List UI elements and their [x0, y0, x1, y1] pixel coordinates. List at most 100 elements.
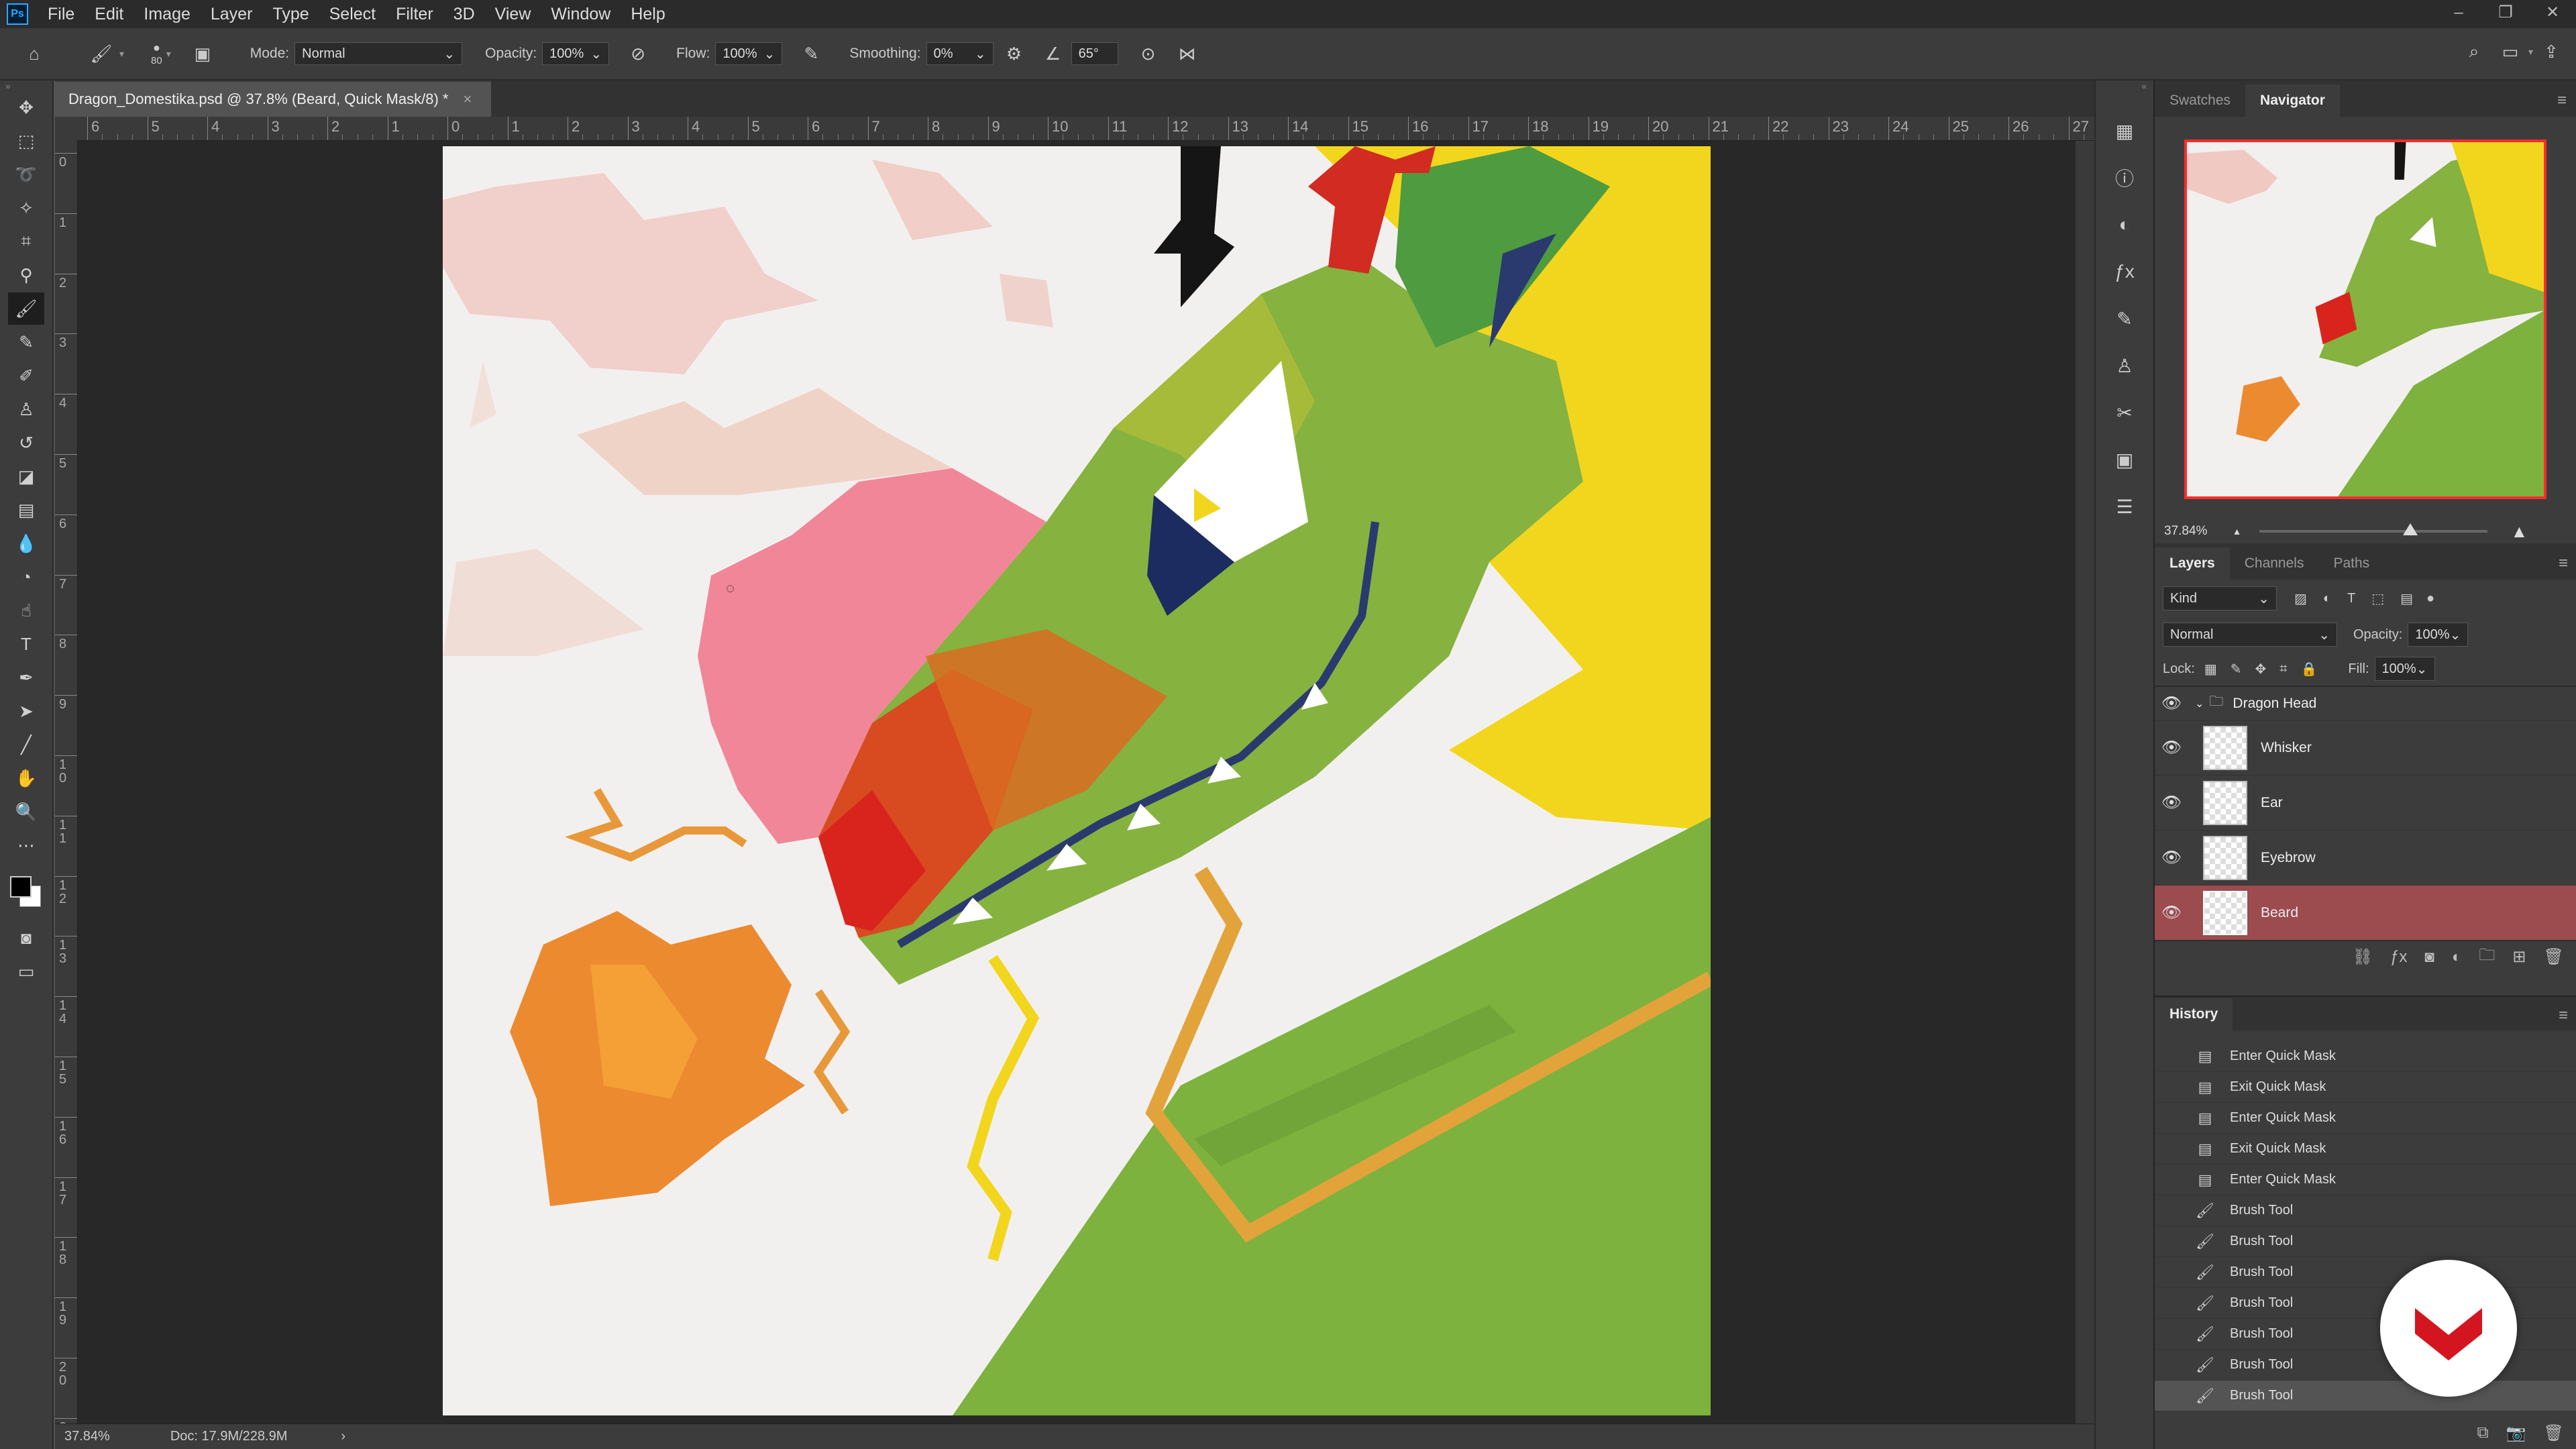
filter-type-icon[interactable]: T — [2347, 591, 2355, 606]
brush-tool-icon[interactable]: 🖌 — [8, 292, 44, 325]
brush-panel-toggle-icon[interactable]: ▣ — [191, 42, 214, 65]
status-menu-arrow-icon[interactable]: › — [341, 1429, 345, 1444]
gradient-tool-icon[interactable]: ▤ — [8, 494, 44, 526]
collapse-toolbar-icon[interactable]: » — [0, 80, 52, 91]
panel-menu-icon[interactable]: ≡ — [2557, 91, 2567, 110]
menu-help[interactable]: Help — [621, 5, 675, 24]
pressure-size-icon[interactable]: ⊙ — [1137, 42, 1160, 65]
tab-channels[interactable]: Channels — [2230, 547, 2319, 580]
filter-shape-icon[interactable]: ⬚ — [2371, 590, 2384, 607]
expand-panels-icon[interactable]: « — [2096, 80, 2153, 93]
more-tools-icon[interactable]: ⋯ — [8, 829, 44, 861]
airbrush-icon[interactable]: ✎ — [800, 42, 822, 65]
quick-mask-icon[interactable]: ◙ — [8, 922, 44, 954]
add-mask-icon[interactable]: ◙ — [2424, 948, 2434, 967]
libraries-icon[interactable]: ▣ — [2106, 441, 2143, 478]
symmetry-butterfly-icon[interactable]: ⋈ — [1176, 42, 1199, 65]
history-item[interactable]: ▤ Enter Quick Mask — [2155, 1041, 2576, 1072]
lock-image-icon[interactable]: ✎ — [2231, 661, 2242, 678]
dodge-tool-icon[interactable]: ◔ — [8, 561, 44, 593]
smoothing-field[interactable]: 0% ⌄ — [926, 42, 994, 65]
new-document-from-state-icon[interactable]: ⧉ — [2477, 1424, 2489, 1442]
type-tool-icon[interactable]: T — [8, 628, 44, 660]
delete-state-trash-icon[interactable]: 🗑 — [2544, 1424, 2564, 1443]
history-item[interactable]: 🖌 Brush Tool — [2155, 1226, 2576, 1257]
mixer-brush-tool-icon[interactable]: ✐ — [8, 360, 44, 392]
history-item[interactable]: 🖌 Brush Tool — [2155, 1195, 2576, 1226]
workspace-icon[interactable]: ▭ — [2499, 40, 2522, 63]
mode-select[interactable]: Normal ⌄ — [294, 42, 463, 65]
panel-menu-icon[interactable]: ≡ — [2559, 554, 2568, 573]
visibility-eye-icon[interactable]: 👁 — [2155, 903, 2188, 922]
layer-beard[interactable]: 👁 Beard — [2155, 885, 2576, 941]
menu-select[interactable]: Select — [319, 5, 386, 24]
hand-tool-icon[interactable]: ✋ — [8, 762, 44, 794]
line-tool-icon[interactable]: ╱ — [8, 729, 44, 761]
magic-wand-tool-icon[interactable]: ✧ — [8, 192, 44, 224]
tab-swatches[interactable]: Swatches — [2155, 85, 2245, 117]
menu-type[interactable]: Type — [262, 5, 319, 24]
zoom-tool-icon[interactable]: 🔍 — [8, 796, 44, 828]
window-close-button[interactable]: ✕ — [2529, 0, 2576, 28]
adjustment-layer-icon[interactable]: ◐ — [2452, 948, 2462, 967]
link-layers-icon[interactable]: ⛓ — [2353, 947, 2373, 967]
menu-filter[interactable]: Filter — [386, 5, 443, 24]
share-icon[interactable]: ⇪ — [2540, 40, 2563, 63]
tab-paths[interactable]: Paths — [2318, 547, 2384, 580]
pressure-opacity-icon[interactable]: ⊘ — [627, 42, 649, 65]
navigator-zoom-slider[interactable] — [2259, 523, 2488, 535]
properties-icon[interactable]: ☰ — [2106, 488, 2143, 525]
filter-toggle-icon[interactable]: ● — [2426, 591, 2434, 606]
zoom-out-icon[interactable]: ▴ — [2234, 525, 2239, 538]
filter-adjustment-icon[interactable]: ◐ — [2323, 591, 2331, 606]
foreground-color-swatch[interactable] — [10, 876, 32, 898]
history-item[interactable]: ▤ Exit Quick Mask — [2155, 1072, 2576, 1103]
menu-view[interactable]: View — [485, 5, 541, 24]
lasso-tool-icon[interactable]: ➰ — [8, 158, 44, 191]
document-tab[interactable]: Dragon_Domestika.psd @ 37.8% (Beard, Qui… — [55, 80, 491, 117]
pen-tool-icon[interactable]: ✒ — [8, 661, 44, 694]
lock-artboard-icon[interactable]: ⌗ — [2279, 661, 2287, 677]
menu-image[interactable]: Image — [133, 5, 200, 24]
canvas-area[interactable]: ◌ — [78, 141, 2076, 1424]
smoothing-settings-gear-icon[interactable]: ⚙ — [1003, 42, 1026, 65]
menu-3d[interactable]: 3D — [443, 5, 485, 24]
menu-window[interactable]: Window — [541, 5, 621, 24]
artwork-canvas[interactable]: ◌ — [443, 146, 1711, 1415]
home-icon[interactable]: ⌂ — [23, 42, 46, 65]
visibility-eye-icon[interactable]: 👁 — [2155, 694, 2188, 713]
eraser-tool-icon[interactable]: ◪ — [8, 460, 44, 492]
move-tool-icon[interactable]: ✥ — [8, 91, 44, 123]
lock-all-icon[interactable]: 🔒 — [2301, 661, 2318, 678]
panel-menu-icon[interactable]: ≡ — [2559, 1006, 2568, 1025]
close-document-icon[interactable]: × — [463, 91, 472, 108]
clone-source-icon[interactable]: ♙ — [2106, 347, 2143, 384]
visibility-eye-icon[interactable]: 👁 — [2155, 848, 2188, 867]
group-expand-chevron-icon[interactable]: ⌄ — [2195, 697, 2204, 710]
filter-smart-object-icon[interactable]: ▤ — [2400, 590, 2413, 607]
vertical-scrollbar[interactable] — [2076, 141, 2094, 1424]
brush-settings-icon[interactable]: ✎ — [2106, 301, 2143, 337]
delete-layer-trash-icon[interactable]: 🗑 — [2544, 947, 2564, 967]
history-item[interactable]: ▤ Enter Quick Mask — [2155, 1165, 2576, 1195]
layer-ear[interactable]: 👁 Ear — [2155, 775, 2576, 830]
layer-eyebrow[interactable]: 👁 Eyebrow — [2155, 830, 2576, 885]
status-zoom[interactable]: 37.84% — [64, 1429, 110, 1444]
search-icon[interactable]: ⌕ — [2463, 40, 2485, 63]
history-item[interactable]: ▤ Enter Quick Mask — [2155, 1103, 2576, 1134]
new-layer-icon[interactable]: ⊞ — [2512, 947, 2526, 967]
menu-file[interactable]: File — [38, 5, 85, 24]
lock-transparent-icon[interactable]: ▦ — [2204, 661, 2217, 678]
zoom-slider-knob[interactable] — [2402, 523, 2418, 535]
path-selection-tool-icon[interactable]: ➤ — [8, 695, 44, 727]
crop-tool-icon[interactable]: ⌗ — [8, 225, 44, 258]
window-restore-button[interactable]: ❐ — [2482, 0, 2529, 28]
tab-layers[interactable]: Layers — [2155, 547, 2230, 580]
snapshot-camera-icon[interactable]: 📷 — [2506, 1424, 2526, 1443]
info-icon[interactable]: ⓘ — [2106, 160, 2143, 196]
layer-style-fx-icon[interactable]: ƒx — [2390, 948, 2407, 967]
lock-position-icon[interactable]: ✥ — [2255, 661, 2266, 678]
zoom-in-icon[interactable]: ▲ — [2510, 521, 2528, 542]
opacity-field[interactable]: 100% ⌄ — [542, 42, 610, 65]
eyedropper-tool-icon[interactable]: ⚲ — [8, 259, 44, 291]
